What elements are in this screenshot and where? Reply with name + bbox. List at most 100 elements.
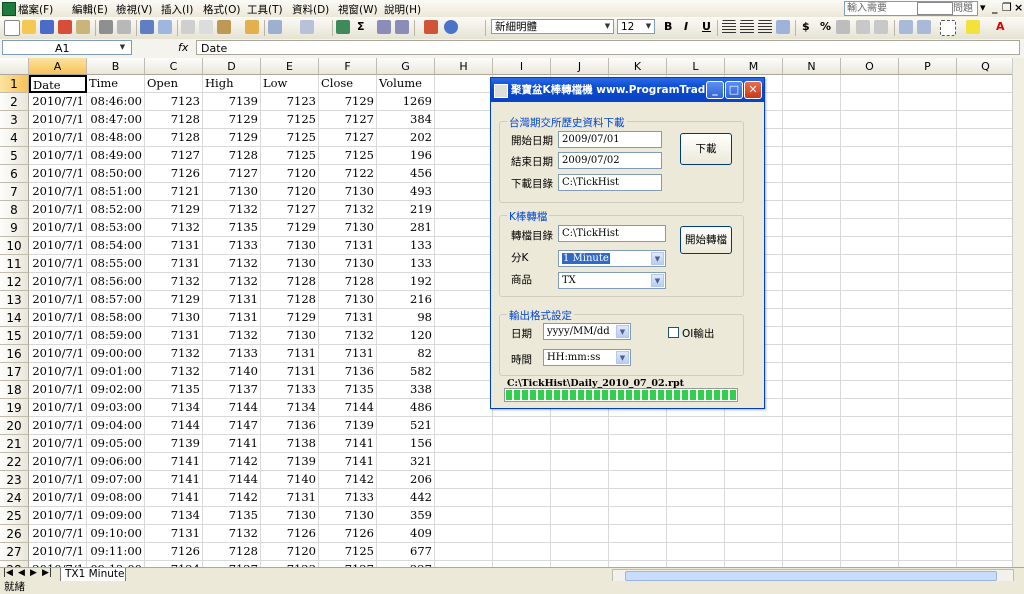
decrease-indent-icon[interactable] (899, 20, 913, 34)
table-cell[interactable] (667, 489, 725, 507)
table-cell[interactable] (783, 93, 841, 111)
table-cell[interactable]: 7130 (319, 183, 377, 201)
table-cell[interactable] (899, 291, 957, 309)
table-cell[interactable] (957, 147, 1012, 165)
help-icon[interactable] (444, 20, 458, 34)
table-cell[interactable]: 7134 (145, 507, 203, 525)
column-header[interactable]: K (609, 58, 667, 75)
column-header[interactable]: L (667, 58, 725, 75)
table-cell[interactable]: 7127 (261, 201, 319, 219)
table-cell[interactable]: 7128 (261, 273, 319, 291)
table-cell[interactable]: 2010/7/1 (29, 93, 87, 111)
row-header[interactable]: 19 (0, 399, 29, 417)
table-cell[interactable]: 7126 (319, 525, 377, 543)
table-cell[interactable]: 7139 (145, 435, 203, 453)
column-header[interactable]: F (319, 58, 377, 75)
table-cell[interactable]: 7139 (319, 417, 377, 435)
download-dir-input[interactable]: C:\TickHist (558, 174, 662, 191)
table-cell[interactable]: 202 (377, 129, 435, 147)
table-cell[interactable]: 7140 (203, 363, 261, 381)
chevron-down-icon[interactable]: ▼ (616, 325, 629, 338)
table-cell[interactable]: 2010/7/1 (29, 471, 87, 489)
table-cell[interactable] (609, 489, 667, 507)
table-cell[interactable] (841, 111, 899, 129)
table-cell[interactable]: 7130 (261, 507, 319, 525)
table-cell[interactable]: 7130 (203, 183, 261, 201)
table-cell[interactable] (609, 507, 667, 525)
table-cell[interactable]: 7129 (203, 129, 261, 147)
table-cell[interactable]: 7120 (261, 183, 319, 201)
table-cell[interactable] (783, 543, 841, 561)
dialog-minimize-button[interactable]: _ (706, 81, 724, 99)
chevron-down-icon[interactable]: ▼ (644, 21, 653, 32)
header-cell[interactable]: Date (29, 75, 87, 93)
last-sheet-icon[interactable]: ▶| (42, 568, 52, 578)
redo-icon[interactable] (300, 20, 314, 34)
chevron-down-icon[interactable]: ▼ (616, 351, 629, 364)
table-cell[interactable] (783, 327, 841, 345)
table-cell[interactable] (609, 453, 667, 471)
column-header[interactable]: D (203, 58, 261, 75)
table-cell[interactable] (609, 435, 667, 453)
scroll-thumb[interactable] (625, 571, 997, 581)
table-cell[interactable]: 08:47:00 (87, 111, 145, 129)
table-cell[interactable] (493, 453, 551, 471)
row-header[interactable]: 2 (0, 93, 29, 111)
table-cell[interactable] (667, 417, 725, 435)
hyperlink-icon[interactable] (336, 20, 350, 34)
table-cell[interactable] (609, 543, 667, 561)
table-cell[interactable]: 7130 (145, 309, 203, 327)
table-cell[interactable]: 359 (377, 507, 435, 525)
table-cell[interactable] (957, 201, 1012, 219)
table-cell[interactable]: 09:06:00 (87, 453, 145, 471)
table-cell[interactable]: 7131 (319, 345, 377, 363)
table-cell[interactable]: 7135 (319, 381, 377, 399)
table-cell[interactable]: 7129 (261, 219, 319, 237)
table-cell[interactable]: 2010/7/1 (29, 399, 87, 417)
table-cell[interactable]: 7131 (319, 237, 377, 255)
table-cell[interactable] (783, 129, 841, 147)
table-cell[interactable] (957, 255, 1012, 273)
table-cell[interactable] (957, 399, 1012, 417)
table-cell[interactable] (899, 525, 957, 543)
table-cell[interactable]: 321 (377, 453, 435, 471)
table-cell[interactable]: 219 (377, 201, 435, 219)
table-cell[interactable]: 677 (377, 543, 435, 561)
table-cell[interactable]: 82 (377, 345, 435, 363)
table-cell[interactable]: 7142 (203, 453, 261, 471)
table-cell[interactable] (783, 525, 841, 543)
table-cell[interactable]: 7134 (145, 399, 203, 417)
table-cell[interactable] (783, 507, 841, 525)
table-cell[interactable] (783, 183, 841, 201)
table-cell[interactable]: 156 (377, 435, 435, 453)
table-cell[interactable] (899, 93, 957, 111)
currency-button[interactable]: $ (802, 20, 810, 33)
table-cell[interactable]: 7131 (319, 309, 377, 327)
cut-icon[interactable] (181, 20, 195, 34)
table-cell[interactable]: 09:08:00 (87, 489, 145, 507)
header-cell[interactable]: Time (87, 75, 145, 93)
table-cell[interactable]: 08:57:00 (87, 291, 145, 309)
column-header[interactable]: J (551, 58, 609, 75)
table-cell[interactable]: 7131 (145, 327, 203, 345)
menu-window[interactable]: 視窗(W) (338, 2, 378, 17)
table-cell[interactable] (551, 417, 609, 435)
table-cell[interactable]: 2010/7/1 (29, 525, 87, 543)
chevron-down-icon[interactable]: ▼ (118, 42, 127, 53)
table-cell[interactable]: 7147 (203, 417, 261, 435)
table-cell[interactable]: 08:46:00 (87, 93, 145, 111)
table-cell[interactable] (899, 507, 957, 525)
table-cell[interactable] (957, 93, 1012, 111)
table-cell[interactable] (783, 381, 841, 399)
table-cell[interactable] (841, 327, 899, 345)
table-cell[interactable]: 192 (377, 273, 435, 291)
table-cell[interactable]: 7133 (319, 489, 377, 507)
table-cell[interactable] (957, 237, 1012, 255)
table-cell[interactable]: 120 (377, 327, 435, 345)
table-cell[interactable]: 7129 (145, 291, 203, 309)
table-cell[interactable] (551, 489, 609, 507)
column-header[interactable]: P (899, 58, 957, 75)
row-header[interactable]: 5 (0, 147, 29, 165)
spelling-icon[interactable] (140, 20, 154, 34)
table-cell[interactable] (435, 327, 493, 345)
